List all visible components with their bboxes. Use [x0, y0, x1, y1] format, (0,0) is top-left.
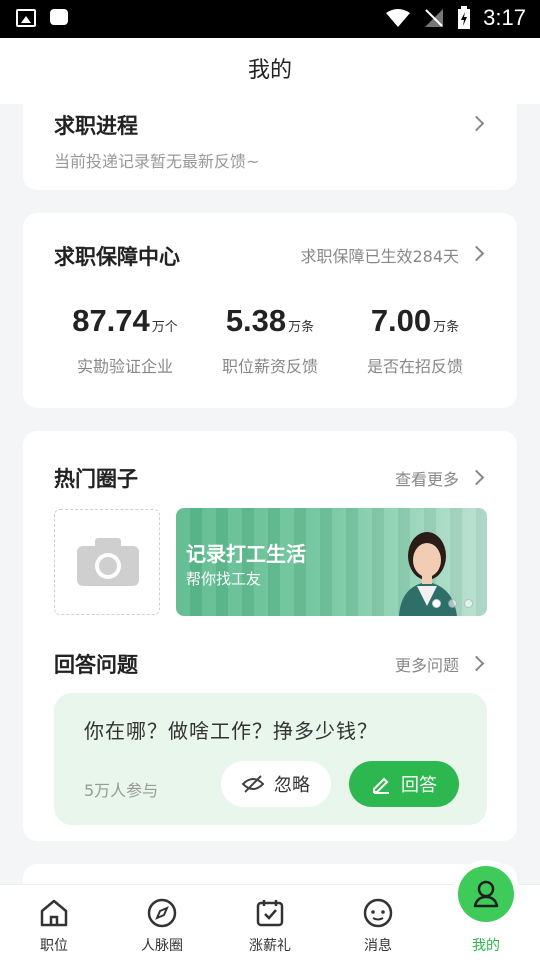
- app-notification-icon: [50, 9, 68, 25]
- nav-item-raise[interactable]: 涨薪礼: [216, 885, 324, 960]
- title-bar: 我的: [0, 38, 540, 104]
- stat-label: 是否在招反馈: [366, 357, 463, 376]
- eye-off-icon: [242, 775, 264, 793]
- answer-button[interactable]: 回答: [349, 761, 459, 807]
- pagination-dot: [448, 599, 457, 608]
- stat-value: 5.38: [225, 303, 287, 338]
- nav-item-messages[interactable]: 消息: [324, 885, 432, 960]
- profile-icon: [473, 880, 499, 908]
- job-progress-subtitle: 当前投递记录暂无最新反馈~: [54, 152, 260, 171]
- stat-value: 87.74: [72, 303, 150, 338]
- stat-unit: 万条: [288, 320, 315, 335]
- ignore-button[interactable]: 忽略: [221, 761, 331, 807]
- status-bar: 3:17: [0, 0, 540, 38]
- stat-value: 7.00: [370, 303, 432, 338]
- calendar-check-icon: [256, 900, 284, 927]
- guarantee-status-link[interactable]: 求职保障已生效284天: [300, 243, 459, 267]
- nav-label: 人脉圈: [141, 938, 183, 954]
- ignore-label: 忽略: [274, 775, 310, 796]
- more-questions-link[interactable]: 更多问题: [395, 652, 459, 676]
- pagination-dot: [464, 599, 473, 608]
- hot-circles-more-link[interactable]: 查看更多: [395, 466, 459, 490]
- banner-title: 记录打工生活: [186, 542, 306, 566]
- home-icon: [40, 899, 68, 927]
- job-progress-card[interactable]: 求职进程 当前投递记录暂无最新反馈~: [23, 96, 517, 190]
- nav-label: 消息: [364, 938, 392, 954]
- chevron-right-icon[interactable]: [468, 115, 485, 132]
- community-card: 热门圈子 查看更多 记录打工生活 帮你找工友 回答问题 更多问题 你在哪？做啥工…: [23, 431, 517, 841]
- nav-label: 涨薪礼: [249, 938, 291, 954]
- wifi-icon: [386, 9, 411, 27]
- nav-label: 职位: [40, 938, 68, 954]
- circle-banner[interactable]: 记录打工生活 帮你找工友: [176, 508, 487, 616]
- status-time: 3:17: [483, 5, 526, 30]
- banner-pagination: [432, 599, 473, 608]
- add-photo-button[interactable]: [54, 509, 160, 615]
- chat-icon: [363, 898, 393, 928]
- camera-icon: [77, 538, 139, 586]
- question-text: 你在哪？做啥工作？挣多少钱？: [84, 719, 378, 743]
- stat-verified-companies: 87.74 万个 实勘验证企业: [50, 303, 200, 377]
- banner-subtitle: 帮你找工友: [186, 570, 262, 588]
- page-title: 我的: [247, 58, 292, 83]
- job-guarantee-card: 求职保障中心 求职保障已生效284天 87.74 万个 实勘验证企业 5.38 万条…: [23, 213, 517, 408]
- job-progress-title: 求职进程: [54, 114, 138, 138]
- nav-item-jobs[interactable]: 职位: [0, 885, 108, 960]
- answer-questions-title: 回答问题: [54, 653, 138, 677]
- stat-salary-feedback: 5.38 万条 职位薪资反馈: [195, 303, 345, 377]
- battery-charging-icon: [458, 6, 471, 29]
- answer-label: 回答: [401, 775, 437, 796]
- question-card: 你在哪？做啥工作？挣多少钱？ 5万人参与 忽略 回答: [54, 693, 487, 825]
- chevron-right-icon[interactable]: [468, 655, 485, 672]
- stat-unit: 万条: [433, 320, 460, 335]
- hot-circles-title: 热门圈子: [54, 467, 138, 491]
- stat-label: 实勘验证企业: [76, 357, 173, 376]
- compass-icon: [147, 898, 177, 928]
- pagination-dot: [432, 599, 441, 608]
- chevron-right-icon[interactable]: [468, 469, 485, 486]
- gallery-icon: [16, 9, 36, 27]
- participants-count: 5万人参与: [84, 781, 159, 800]
- nav-item-network[interactable]: 人脉圈: [108, 885, 216, 960]
- chevron-right-icon[interactable]: [468, 245, 485, 262]
- nav-active-bubble[interactable]: [452, 860, 520, 928]
- pencil-icon: [373, 777, 389, 794]
- job-guarantee-title: 求职保障中心: [54, 245, 180, 269]
- no-signal-icon: [425, 9, 444, 27]
- stat-label: 职位薪资反馈: [221, 357, 318, 376]
- stat-unit: 万个: [151, 320, 178, 335]
- stat-hiring-feedback: 7.00 万条 是否在招反馈: [340, 303, 490, 377]
- nav-label: 我的: [472, 938, 500, 954]
